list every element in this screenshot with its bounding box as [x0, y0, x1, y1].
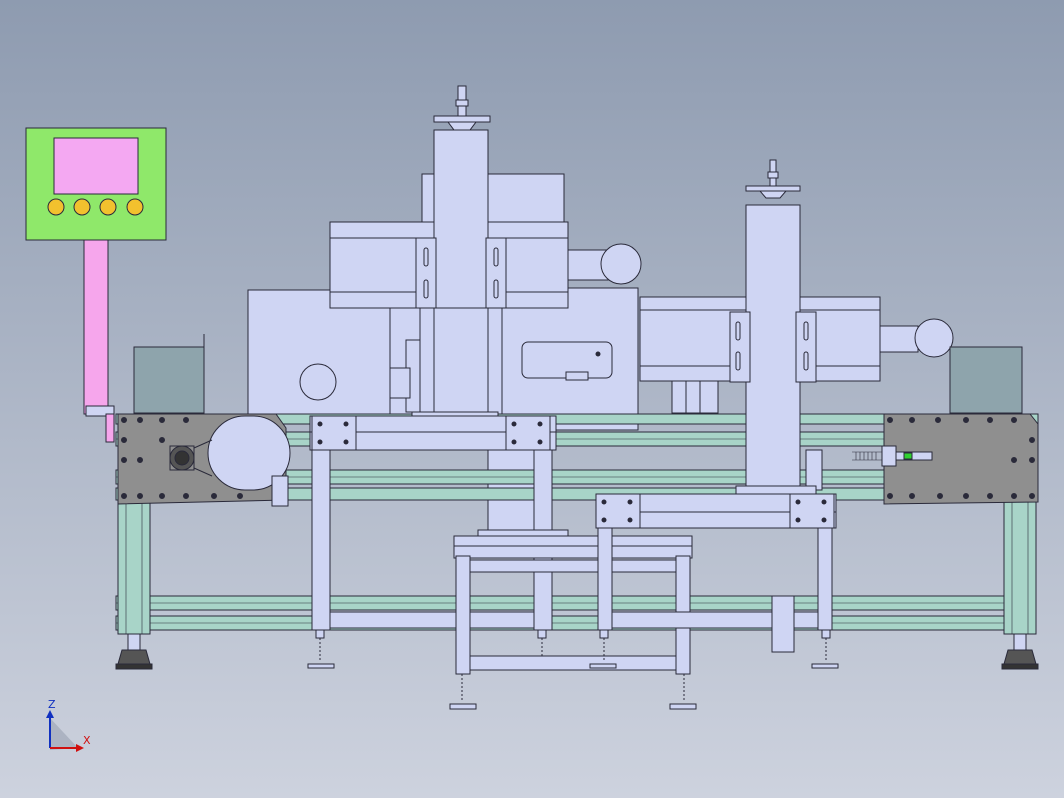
cad-viewport[interactable]: Z X [0, 0, 1064, 798]
left-end-plate [117, 413, 291, 507]
cad-drawing [0, 0, 1064, 798]
control-panel-pole [83, 239, 109, 415]
hmi-screen [53, 137, 139, 195]
left-leg [117, 499, 151, 635]
sensor-indicator-icon [903, 452, 913, 460]
axis-x-label: X [83, 734, 91, 747]
motor-port-circle [299, 363, 337, 401]
left-bin [133, 346, 205, 414]
hmi-button-1-icon[interactable] [47, 198, 65, 216]
right-stand-bracket [771, 595, 795, 653]
left-handwheel-icon [433, 115, 491, 123]
hmi-button-2-icon[interactable] [73, 198, 91, 216]
right-bin [949, 346, 1023, 414]
hmi-button-3-icon[interactable] [99, 198, 117, 216]
axis-z-label: Z [48, 698, 56, 711]
right-handwheel-icon [745, 185, 801, 192]
right-leg [1003, 499, 1037, 635]
hmi-button-4-icon[interactable] [126, 198, 144, 216]
